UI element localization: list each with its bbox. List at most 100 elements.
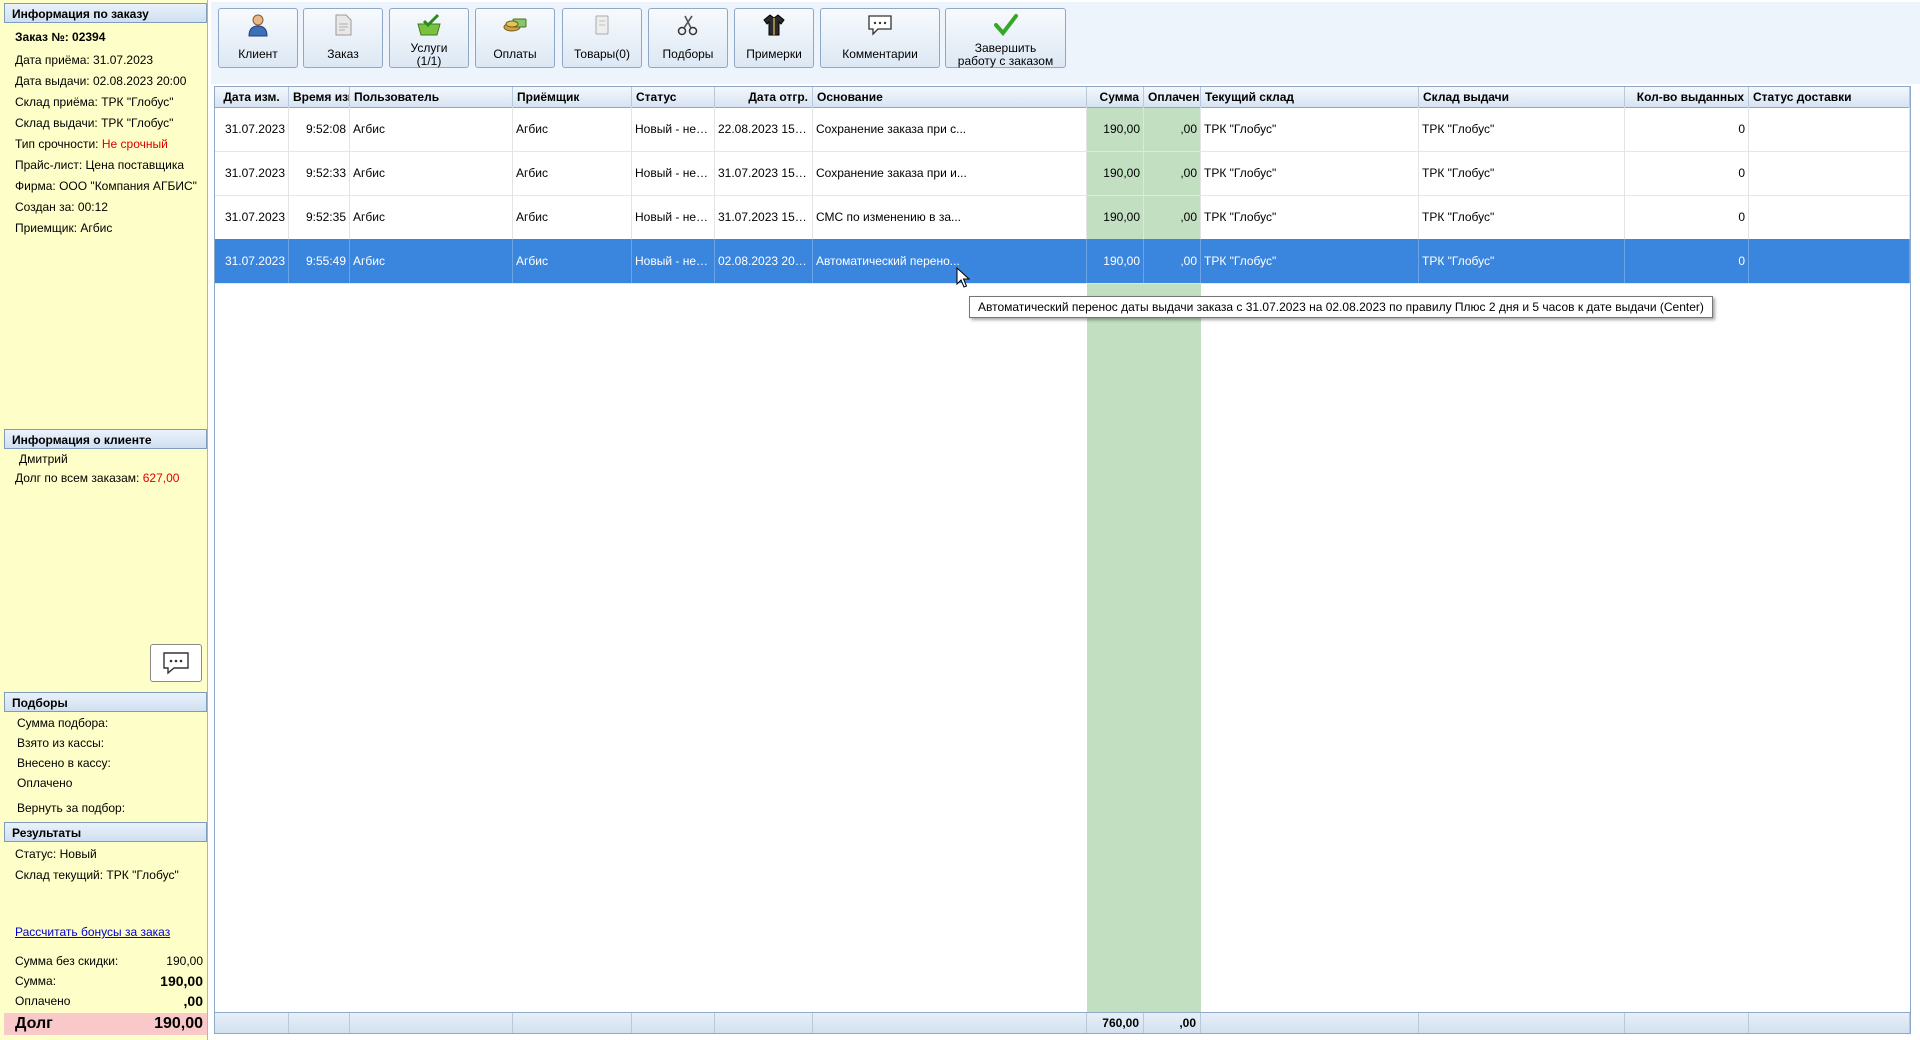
column-header-sum[interactable]: Сумма xyxy=(1087,87,1144,107)
column-header-current-warehouse[interactable]: Текущий склад xyxy=(1201,87,1419,107)
cell-change-date[interactable]: 31.07.2023 xyxy=(215,151,289,195)
column-header-user[interactable]: Пользователь xyxy=(350,87,513,107)
sum-without-discount-label: Сумма без скидки: xyxy=(15,954,119,968)
cell-user[interactable]: Агбис xyxy=(350,195,513,239)
cell-sum[interactable]: 190,00 xyxy=(1087,239,1144,283)
table-row[interactable]: 31.07.2023 9:55:49 Агбис Агбис Новый - не оп… xyxy=(215,239,1910,284)
sum: Сумма: 190,00 xyxy=(15,973,203,989)
cell-receiver[interactable]: Агбис xyxy=(513,107,632,151)
cell-ship-date[interactable]: 02.08.2023 20:00:00 xyxy=(715,239,813,283)
user-icon xyxy=(245,13,271,37)
client-name: Дмитрий xyxy=(19,452,68,466)
cell-issued-qty[interactable]: 0 xyxy=(1625,151,1749,195)
cell-paid[interactable]: ,00 xyxy=(1144,151,1201,195)
table-row[interactable]: 31.07.2023 9:52:08 Агбис Агбис Новый - не оп… xyxy=(215,107,1910,152)
cell-user[interactable]: Агбис xyxy=(350,239,513,283)
cell-reason[interactable]: СМС по изменению в за... xyxy=(813,195,1087,239)
client-button[interactable]: Клиент xyxy=(218,8,298,68)
cell-issued-qty[interactable]: 0 xyxy=(1625,195,1749,239)
comments-button[interactable]: Комментарии xyxy=(820,8,940,68)
cell-paid[interactable]: ,00 xyxy=(1144,239,1201,283)
cell-sum[interactable]: 190,00 xyxy=(1087,107,1144,151)
fittings-button[interactable]: Примерки xyxy=(734,8,814,68)
cell-reason[interactable]: Сохранение заказа при с... xyxy=(813,107,1087,151)
client-debt-value: 627,00 xyxy=(142,471,180,485)
cell-issue-warehouse[interactable]: ТРК "Глобус" xyxy=(1419,239,1625,283)
reason-tooltip: Автоматический перенос даты выдачи заказ… xyxy=(969,296,1713,318)
cell-issued-qty[interactable]: 0 xyxy=(1625,239,1749,283)
column-header-receiver[interactable]: Приёмщик xyxy=(513,87,632,107)
cell-status[interactable]: Новый - не опл... xyxy=(632,195,715,239)
table-row[interactable]: 31.07.2023 9:52:35 Агбис Агбис Новый - не оп… xyxy=(215,195,1910,240)
checkmark-icon xyxy=(993,13,1019,37)
speech-bubble-icon xyxy=(867,13,893,37)
cell-issue-warehouse[interactable]: ТРК "Глобус" xyxy=(1419,195,1625,239)
cell-change-time[interactable]: 9:55:49 xyxy=(289,239,350,283)
cell-current-warehouse[interactable]: ТРК "Глобус" xyxy=(1201,195,1419,239)
column-header-reason[interactable]: Основание xyxy=(813,87,1087,107)
cell-user[interactable]: Агбис xyxy=(350,151,513,195)
debt-value: 190,00 xyxy=(154,1015,203,1032)
cell-receiver[interactable]: Агбис xyxy=(513,195,632,239)
cell-issue-warehouse[interactable]: ТРК "Глобус" xyxy=(1419,107,1625,151)
table-row[interactable]: 31.07.2023 9:52:33 Агбис Агбис Новый - не оп… xyxy=(215,151,1910,196)
client-comment-button[interactable] xyxy=(150,644,202,682)
debt-row: Долг 190,00 xyxy=(4,1013,207,1035)
column-header-delivery-status[interactable]: Статус доставки xyxy=(1749,87,1910,107)
cell-change-time[interactable]: 9:52:35 xyxy=(289,195,350,239)
cell-receiver[interactable]: Агбис xyxy=(513,239,632,283)
cell-current-warehouse[interactable]: ТРК "Глобус" xyxy=(1201,151,1419,195)
finish-order-button[interactable]: Завершить работу с заказом xyxy=(945,8,1066,68)
cell-change-time[interactable]: 9:52:33 xyxy=(289,151,350,195)
cell-issue-warehouse[interactable]: ТРК "Глобус" xyxy=(1419,151,1625,195)
receiver: Приемщик: Агбис xyxy=(15,221,113,235)
issue-date: Дата выдачи: 02.08.2023 20:00 xyxy=(15,74,187,88)
cell-ship-date[interactable]: 31.07.2023 15:00:00 xyxy=(715,151,813,195)
cell-paid[interactable]: ,00 xyxy=(1144,107,1201,151)
cell-issued-qty[interactable]: 0 xyxy=(1625,107,1749,151)
services-button[interactable]: Услуги (1/1) xyxy=(389,8,469,68)
column-header-change-date[interactable]: Дата изм. xyxy=(215,87,289,107)
cell-delivery-status[interactable] xyxy=(1749,107,1910,151)
created-in: Создан за: 00:12 xyxy=(15,200,108,214)
cell-change-date[interactable]: 31.07.2023 xyxy=(215,107,289,151)
column-header-ship-date[interactable]: Дата отгр. xyxy=(715,87,813,107)
cell-status[interactable]: Новый - не опл... xyxy=(632,107,715,151)
cell-current-warehouse[interactable]: ТРК "Глобус" xyxy=(1201,239,1419,283)
cell-paid[interactable]: ,00 xyxy=(1144,195,1201,239)
cell-change-time[interactable]: 9:52:08 xyxy=(289,107,350,151)
cell-change-date[interactable]: 31.07.2023 xyxy=(215,239,289,283)
cell-reason[interactable]: Автоматический перено... xyxy=(813,239,1087,283)
goods-icon xyxy=(589,13,615,37)
cell-sum[interactable]: 190,00 xyxy=(1087,195,1144,239)
cell-reason[interactable]: Сохранение заказа при и... xyxy=(813,151,1087,195)
urgency-value: Не срочный xyxy=(101,137,168,151)
basket-check-icon xyxy=(416,13,442,37)
cell-delivery-status[interactable] xyxy=(1749,239,1910,283)
order-button[interactable]: Заказ xyxy=(303,8,383,68)
column-header-status[interactable]: Статус xyxy=(632,87,715,107)
payments-button[interactable]: Оплаты xyxy=(475,8,555,68)
cell-receiver[interactable]: Агбис xyxy=(513,151,632,195)
selections-button[interactable]: Подборы xyxy=(648,8,728,68)
column-header-issued-qty[interactable]: Кол-во выданных xyxy=(1625,87,1749,107)
cell-status[interactable]: Новый - не опл... xyxy=(632,239,715,283)
column-header-paid[interactable]: Оплачено xyxy=(1144,87,1201,107)
cell-delivery-status[interactable] xyxy=(1749,151,1910,195)
cell-ship-date[interactable]: 22.08.2023 15:00:00 xyxy=(715,107,813,151)
cell-user[interactable]: Агбис xyxy=(350,107,513,151)
cell-change-date[interactable]: 31.07.2023 xyxy=(215,195,289,239)
urgency-type: Тип срочности: Не срочный xyxy=(15,136,168,152)
column-header-issue-warehouse[interactable]: Склад выдачи xyxy=(1419,87,1625,107)
selection-refund: Вернуть за подбор: xyxy=(17,801,126,815)
calculate-bonus-link[interactable]: Рассчитать бонусы за заказ xyxy=(15,924,170,940)
company: Фирма: ООО "Компания АГБИС" xyxy=(15,179,197,193)
goods-button[interactable]: Товары(0) xyxy=(562,8,642,68)
cell-sum[interactable]: 190,00 xyxy=(1087,151,1144,195)
column-header-change-time[interactable]: Время изм. xyxy=(289,87,350,107)
cell-delivery-status[interactable] xyxy=(1749,195,1910,239)
cell-current-warehouse[interactable]: ТРК "Глобус" xyxy=(1201,107,1419,151)
cell-ship-date[interactable]: 31.07.2023 15:00:00 xyxy=(715,195,813,239)
client-debt-label: Долг по всем заказам: xyxy=(15,471,143,485)
cell-status[interactable]: Новый - не опл... xyxy=(632,151,715,195)
